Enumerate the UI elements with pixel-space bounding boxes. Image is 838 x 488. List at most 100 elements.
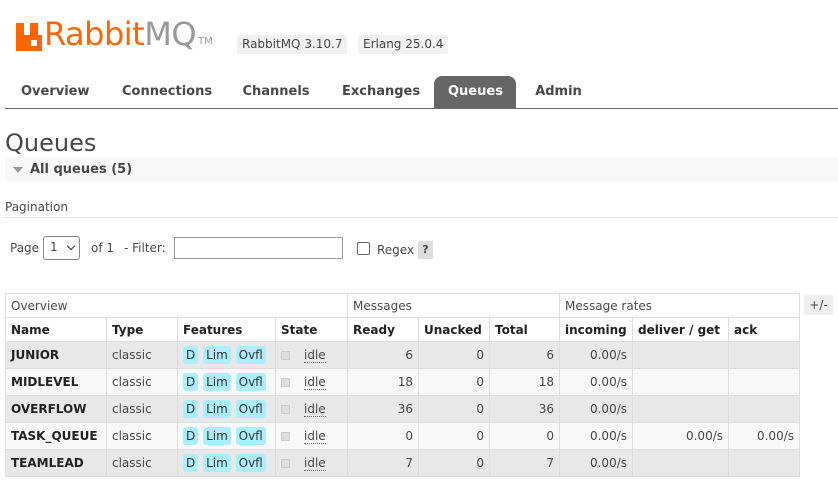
- feature-badge: Lim: [203, 454, 231, 472]
- messages-total: 36: [489, 395, 560, 423]
- feature-badge: Ovfl: [235, 400, 266, 418]
- queue-state-text: idle: [304, 348, 326, 363]
- messages-ready: 18: [347, 368, 419, 396]
- pagination-divider: [5, 217, 838, 218]
- feature-badge: Ovfl: [235, 373, 266, 391]
- table-row[interactable]: TEAMLEAD classic D Lim Ovfl idle 7 0 7 0.00/s: [5, 449, 800, 477]
- queue-state: idle: [275, 449, 348, 477]
- feature-badge: D: [183, 373, 199, 391]
- messages-unacked: 0: [418, 368, 490, 396]
- filter-input[interactable]: [174, 237, 343, 259]
- table-group-header-row: Overview Messages Message rates: [5, 293, 800, 318]
- queue-state-text: idle: [304, 456, 326, 471]
- messages-total: 7: [489, 449, 560, 477]
- queue-name-link[interactable]: MIDLEVEL: [5, 368, 107, 396]
- regex-label: Regex: [377, 243, 415, 257]
- toggle-columns-button[interactable]: +/-: [804, 295, 833, 315]
- feature-badge: Lim: [203, 373, 231, 391]
- state-indicator-icon: [281, 351, 290, 360]
- group-header-messages: Messages: [347, 293, 560, 318]
- logo-trademark: TM: [198, 36, 213, 47]
- page-title: Queues: [5, 129, 97, 157]
- table-column-header-row: Name Type Features State Ready Unacked T…: [5, 317, 800, 342]
- feature-badge: D: [183, 454, 199, 472]
- messages-unacked: 0: [418, 341, 490, 369]
- rate-incoming: 0.00/s: [559, 449, 633, 477]
- column-header-unacked[interactable]: Unacked: [418, 317, 490, 342]
- queue-type: classic: [106, 395, 178, 423]
- tab-connections[interactable]: Connections: [108, 76, 220, 108]
- rate-deliver-get: [632, 368, 729, 396]
- messages-unacked: 0: [418, 449, 490, 477]
- regex-checkbox[interactable]: [357, 242, 370, 255]
- column-header-type[interactable]: Type: [106, 317, 178, 342]
- table-row[interactable]: OVERFLOW classic D Lim Ovfl idle 36 0 36 0.00/s: [5, 395, 800, 423]
- tab-channels[interactable]: Channels: [228, 76, 324, 108]
- logo-text-mq: MQ: [144, 15, 196, 53]
- queue-type: classic: [106, 368, 178, 396]
- chevron-down-icon: [66, 241, 76, 251]
- queue-features: D Lim Ovfl: [177, 449, 276, 477]
- column-header-ack[interactable]: ack: [728, 317, 800, 342]
- feature-badge: D: [183, 346, 199, 364]
- queue-state: idle: [275, 341, 348, 369]
- rate-deliver-get: [632, 449, 729, 477]
- table-row[interactable]: JUNIOR classic D Lim Ovfl idle 6 0 6 0.00/s: [5, 341, 800, 369]
- regex-help-button[interactable]: ?: [418, 241, 433, 259]
- pagination-heading: Pagination: [5, 200, 68, 214]
- rabbitmq-version-badge: RabbitMQ 3.10.7: [237, 35, 348, 54]
- column-header-total[interactable]: Total: [489, 317, 560, 342]
- column-header-ready[interactable]: Ready: [347, 317, 419, 342]
- all-queues-section-toggle[interactable]: All queues (5): [5, 157, 838, 182]
- tab-queues[interactable]: Queues: [434, 76, 516, 108]
- erlang-version-badge: Erlang 25.0.4: [358, 35, 449, 54]
- queue-state: idle: [275, 395, 348, 423]
- table-row[interactable]: MIDLEVEL classic D Lim Ovfl idle 18 0 18 0.00/s: [5, 368, 800, 396]
- page-select[interactable]: 1: [43, 236, 80, 260]
- rabbitmq-logo-icon: [16, 23, 42, 51]
- queue-name-link[interactable]: OVERFLOW: [5, 395, 107, 423]
- queue-features: D Lim Ovfl: [177, 368, 276, 396]
- tab-admin[interactable]: Admin: [521, 76, 596, 108]
- collapse-arrow-icon: [13, 167, 23, 173]
- column-header-incoming[interactable]: incoming: [559, 317, 633, 342]
- queues-table: Overview Messages Message rates Name Typ…: [5, 293, 800, 477]
- queue-name-link[interactable]: TEAMLEAD: [5, 449, 107, 477]
- messages-unacked: 0: [418, 422, 490, 450]
- queue-state-text: idle: [304, 375, 326, 390]
- queue-name-link[interactable]: TASK_QUEUE: [5, 422, 107, 450]
- feature-badge: Lim: [203, 400, 231, 418]
- feature-badge: D: [183, 427, 199, 445]
- messages-unacked: 0: [418, 395, 490, 423]
- messages-total: 0: [489, 422, 560, 450]
- queue-type: classic: [106, 449, 178, 477]
- page-label: Page: [10, 241, 40, 255]
- queue-state: idle: [275, 422, 348, 450]
- feature-badge: Ovfl: [235, 454, 266, 472]
- rate-deliver-get: [632, 341, 729, 369]
- feature-badge: Ovfl: [235, 346, 266, 364]
- table-row[interactable]: TASK_QUEUE classic D Lim Ovfl idle 0 0 0 0.00/s…: [5, 422, 800, 450]
- main-nav-tabs: Overview Connections Channels Exchanges …: [5, 76, 838, 109]
- column-header-features[interactable]: Features: [177, 317, 276, 342]
- tab-overview[interactable]: Overview: [7, 76, 97, 108]
- state-indicator-icon: [281, 378, 290, 387]
- rate-ack: [728, 368, 800, 396]
- queue-name-link[interactable]: JUNIOR: [5, 341, 107, 369]
- column-header-deliver-get[interactable]: deliver / get: [632, 317, 729, 342]
- tab-exchanges[interactable]: Exchanges: [328, 76, 432, 108]
- rate-ack: 0.00/s: [728, 422, 800, 450]
- messages-total: 18: [489, 368, 560, 396]
- messages-ready: 36: [347, 395, 419, 423]
- rate-incoming: 0.00/s: [559, 422, 633, 450]
- messages-total: 6: [489, 341, 560, 369]
- column-header-state[interactable]: State: [275, 317, 348, 342]
- group-header-overview: Overview: [5, 293, 348, 318]
- rate-deliver-get: 0.00/s: [632, 422, 729, 450]
- feature-badge: Ovfl: [235, 427, 266, 445]
- rate-incoming: 0.00/s: [559, 395, 633, 423]
- queue-state-text: idle: [304, 429, 326, 444]
- queue-features: D Lim Ovfl: [177, 341, 276, 369]
- column-header-name[interactable]: Name: [5, 317, 107, 342]
- rate-ack: [728, 449, 800, 477]
